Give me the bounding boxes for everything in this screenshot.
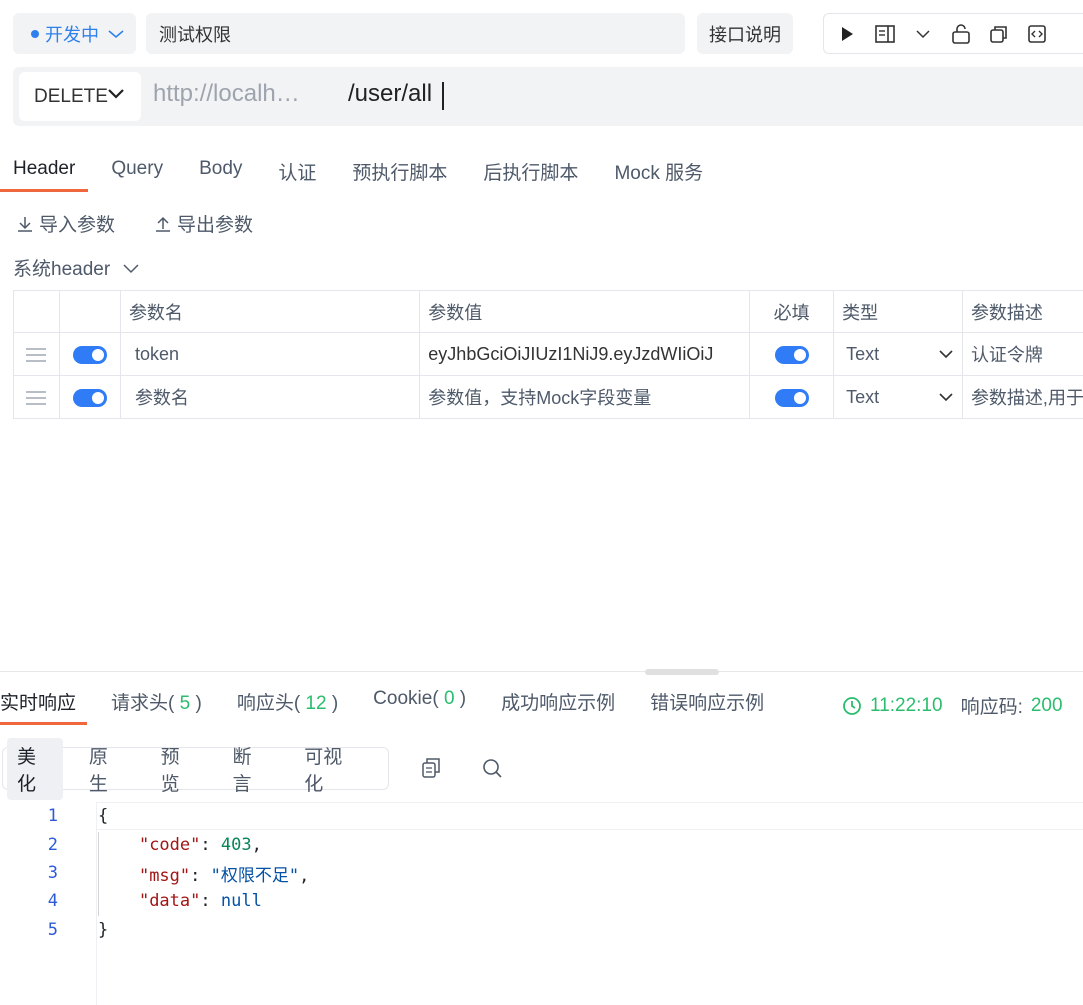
toolbar [823,13,1083,54]
api-doc-button[interactable]: 接口说明 [697,13,793,54]
param-value-placeholder[interactable]: 参数值，支持Mock字段变量 [419,375,751,419]
required-toggle[interactable] [774,388,809,407]
table-row: 参数名 参数值，支持Mock字段变量 Text 参数描述,用于 [13,375,1083,419]
run-icon[interactable] [836,23,858,45]
line-number: 5 [47,920,58,940]
text-caret [442,82,444,110]
type-label: Text [846,343,880,364]
response-code-label: 响应码: [960,697,1023,718]
view-assert[interactable]: 断言 [222,738,278,800]
layout-icon[interactable] [874,23,896,45]
tab-pre-script[interactable]: 预执行脚本 [352,150,447,190]
response-body[interactable]: 1 { 2 "code": 403, 3 "msg": "权限不足", 4 "d… [0,802,1083,1005]
copy-icon[interactable] [988,23,1010,45]
view-mode-tabs: 美化 原生 预览 断言 可视化 [2,737,389,800]
required-toggle[interactable] [774,345,809,364]
tab-auth[interactable]: 认证 [278,150,316,190]
code-line: 2 "code": 403, [0,831,262,859]
copy-icon[interactable] [420,756,442,780]
panel-divider [0,671,1083,672]
type-label: Text [846,386,880,407]
chevron-down-icon [939,393,953,402]
status-label: 开发中 [45,24,99,45]
line-number: 2 [47,835,58,855]
code-line: 1 { [0,802,109,830]
response-code: 200 [1030,694,1063,716]
response-time: 11:22:10 [870,694,943,716]
search-icon[interactable] [481,756,503,780]
system-header-label: 系统header [13,259,111,280]
col-header-name: 参数名 [119,290,421,333]
tab-cookie[interactable]: Cookie( 0 ) [373,688,466,725]
line-number: 3 [47,863,58,883]
chevron-down-icon [123,263,139,273]
status-dot-icon [31,29,39,38]
tab-success-example[interactable]: 成功响应示例 [501,688,615,725]
method-label: DELETE [34,85,108,107]
enable-toggle[interactable] [72,388,107,407]
line-number: 1 [47,806,58,826]
tab-mock[interactable]: Mock 服务 [614,150,703,190]
url-path-input[interactable]: /user/all [348,80,432,108]
col-header-desc: 参数描述 [961,290,1083,333]
view-visualize[interactable]: 可视化 [294,738,368,800]
tab-realtime-response[interactable]: 实时响应 [0,688,88,725]
param-name-placeholder[interactable]: 参数名 [119,375,421,419]
upload-icon [156,216,170,232]
response-meta: 11:22:10 响应码: 200 [842,692,1063,719]
type-select[interactable]: Text [833,375,963,419]
drag-handle-icon[interactable] [26,390,47,405]
code-line: 3 "msg": "权限不足", [0,859,310,887]
type-select[interactable]: Text [833,332,963,376]
code-line: 4 "data": null [0,887,262,915]
import-label: 导入参数 [39,215,116,236]
response-tabs: 实时响应 请求头( 5 ) 响应头( 12 ) Cookie( 0 ) 成功响应… [0,688,799,725]
clock-icon [843,696,861,715]
tab-error-example[interactable]: 错误响应示例 [650,688,764,725]
param-desc-placeholder[interactable]: 参数描述,用于 [961,375,1083,419]
enable-toggle[interactable] [72,345,107,364]
chevron-down-icon [939,350,953,359]
tab-request-headers[interactable]: 请求头( 5 ) [111,688,202,725]
tab-response-headers[interactable]: 响应头( 12 ) [237,688,338,725]
params-table: 参数名 参数值 必填 类型 参数描述 token eyJhbGciOiJIUzI… [13,290,1083,419]
tab-body[interactable]: Body [199,150,242,190]
param-value-cell[interactable]: eyJhbGciOiJIUzI1NiJ9.eyJzdWIiOiJ [419,332,751,376]
unlock-icon[interactable] [950,23,972,45]
code-icon[interactable] [1026,23,1048,45]
col-header-type: 类型 [833,290,963,333]
export-label: 导出参数 [177,215,254,236]
tab-header[interactable]: Header [0,150,89,192]
table-row: token eyJhbGciOiJIUzI1NiJ9.eyJzdWIiOiJ T… [13,332,1083,376]
table-header-row: 参数名 参数值 必填 类型 参数描述 [13,290,1083,333]
col-header-required: 必填 [749,290,835,333]
status-dropdown[interactable]: 开发中 [13,13,136,54]
view-raw[interactable]: 原生 [79,738,135,800]
export-params-button[interactable]: 导出参数 [153,210,253,237]
chevron-down-icon [108,89,124,99]
tab-query[interactable]: Query [111,150,163,190]
chevron-down-icon [108,29,124,38]
drag-handle-icon[interactable] [26,347,47,362]
resize-handle[interactable] [645,669,719,675]
request-tabs: Header Query Body 认证 预执行脚本 后执行脚本 Mock 服务 [0,150,739,192]
param-name-cell[interactable]: token [119,332,421,376]
view-preview[interactable]: 预览 [151,738,207,800]
tab-post-script[interactable]: 后执行脚本 [483,150,578,190]
view-beautify[interactable]: 美化 [7,737,63,800]
download-icon [18,216,32,232]
line-number: 4 [47,891,58,911]
api-name-input[interactable]: 测试权限 [146,13,685,54]
base-url[interactable]: http://localh… [153,80,300,108]
code-line: 5 } [0,916,109,944]
param-desc-cell[interactable]: 认证令牌 [961,332,1083,376]
import-params-button[interactable]: 导入参数 [15,210,115,237]
method-select[interactable]: DELETE [19,72,141,121]
system-header-toggle[interactable]: 系统header [13,254,140,281]
col-header-value: 参数值 [419,290,751,333]
chevron-down-icon[interactable] [912,23,934,45]
